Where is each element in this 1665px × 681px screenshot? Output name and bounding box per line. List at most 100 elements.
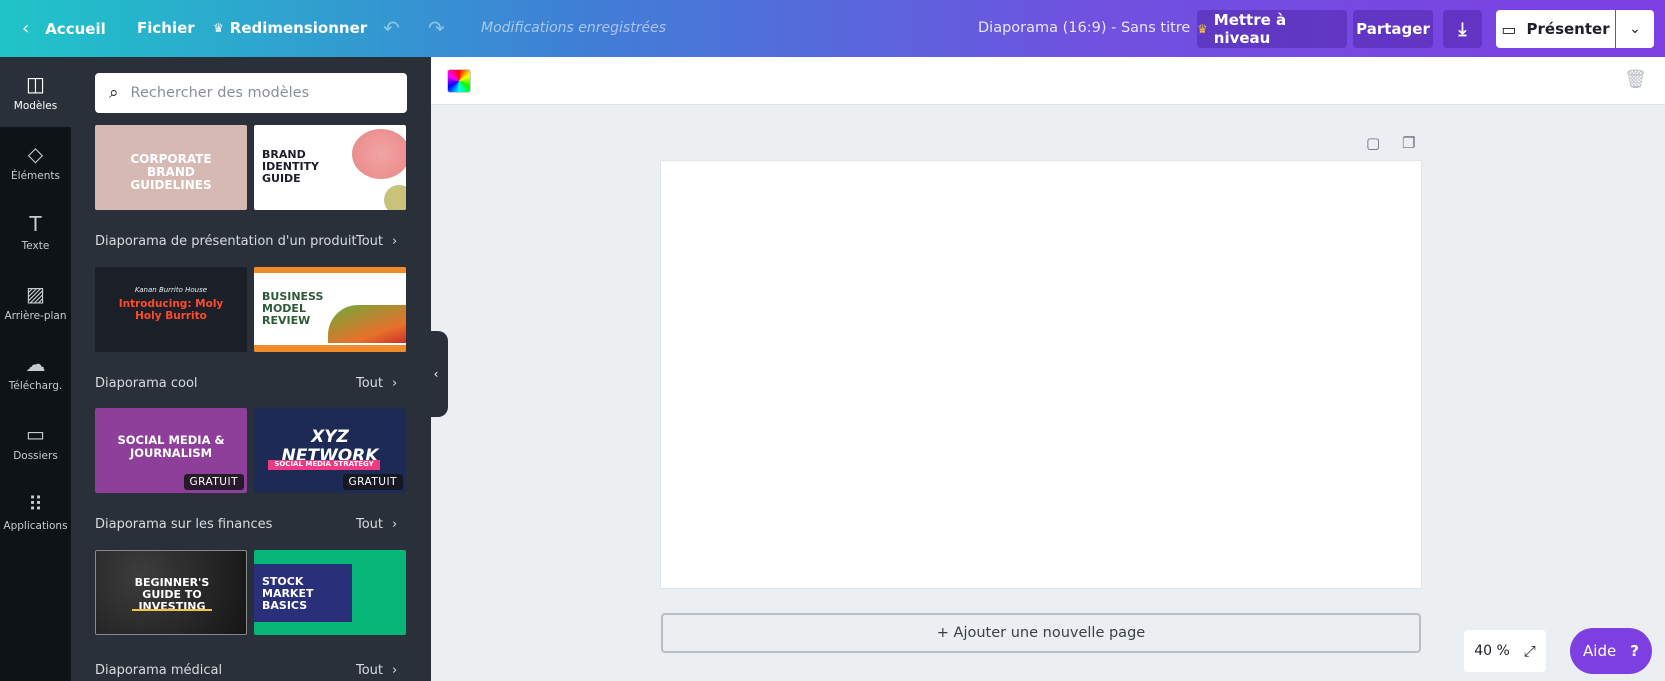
search-input[interactable]: ⌕ Rechercher des modèles (95, 73, 407, 113)
rail-item-folders[interactable]: ▭ Dossiers (0, 407, 71, 477)
section-title: Diaporama sur les finances (95, 517, 273, 532)
rail-item-label: Éléments (11, 169, 60, 182)
upload-icon: ☁ (25, 351, 46, 376)
rail-item-apps[interactable]: ⠿ Applications (0, 477, 71, 547)
editor-toolbar: 🗑 (431, 57, 1665, 105)
redo-icon[interactable]: ↷ (428, 16, 445, 40)
see-all-label: Tout (356, 376, 384, 391)
trash-icon[interactable]: 🗑 (1624, 69, 1647, 90)
rail-item-background[interactable]: ▨ Arrière-plan (0, 267, 71, 337)
comment-icon[interactable]: ▢ (1366, 134, 1380, 152)
chevron-right-icon: › (392, 376, 398, 391)
templates-icon: ◫ (26, 71, 45, 96)
rail-item-text[interactable]: T Texte (0, 197, 71, 267)
template-thumb-burrito[interactable]: Kanan Burrito House Introducing: Moly Ho… (95, 267, 247, 352)
orange-bar (254, 267, 406, 273)
background-icon: ▨ (26, 281, 45, 306)
top-toolbar: ‹ Accueil Fichier ♛ Redimensionner ↶ ↷ M… (0, 0, 1665, 57)
free-badge: GRATUIT (342, 474, 403, 490)
chevron-right-icon: › (392, 663, 398, 678)
save-status: Modifications enregistrées (481, 20, 666, 36)
undo-icon[interactable]: ↶ (383, 16, 400, 40)
template-thumb-business-model[interactable]: BUSINESS MODEL REVIEW (254, 267, 406, 352)
resize-button[interactable]: ♛ Redimensionner (213, 19, 367, 37)
upgrade-label: Mettre à niveau (1213, 11, 1287, 47)
rail-item-label: Dossiers (13, 449, 58, 462)
folder-icon: ▭ (26, 421, 45, 446)
thumb-title: SOCIAL MEDIA & JOURNALISM (117, 433, 225, 460)
thumb-title: STOCK MARKET BASICS (262, 575, 314, 613)
templates-panel: ⌕ Rechercher des modèles CORPORATE BRAND… (71, 57, 431, 681)
duplicate-page-icon[interactable]: ❐ (1402, 134, 1415, 152)
present-label: Présenter (1526, 20, 1610, 38)
rail-item-label: Modèles (13, 99, 58, 112)
chevron-right-icon: › (392, 234, 398, 249)
background-color-swatch[interactable] (447, 69, 471, 93)
crown-icon: ♛ (1197, 22, 1208, 36)
template-thumb-investing[interactable]: BEGINNER'S GUIDE TO INVESTING (95, 550, 247, 635)
yellow-rule (132, 609, 212, 611)
thumb-title: CORPORATE BRAND GUIDELINES (130, 152, 212, 193)
rail-item-elements[interactable]: ◇ Éléments (0, 127, 71, 197)
upgrade-button[interactable]: ♛ Mettre à niveau (1197, 10, 1347, 48)
see-all-link[interactable]: Tout › (356, 234, 397, 249)
slide-page[interactable] (661, 161, 1421, 588)
side-rail: ◫ Modèles ◇ Éléments T Texte ▨ Arrière-p… (0, 57, 71, 681)
thumb-title: BUSINESS MODEL REVIEW (262, 290, 324, 328)
rail-item-uploads[interactable]: ☁ Télécharg. (0, 337, 71, 407)
present-button[interactable]: ▭ Présenter (1496, 10, 1615, 48)
help-button[interactable]: Aide ? (1570, 628, 1652, 674)
thumb-subtitle: Kanan Burrito House (134, 286, 208, 294)
crown-icon: ♛ (213, 21, 224, 35)
see-all-label: Tout (356, 517, 384, 532)
add-page-button[interactable]: + Ajouter une nouvelle page (661, 613, 1421, 653)
template-thumb-social-media[interactable]: SOCIAL MEDIA & JOURNALISM GRATUIT (95, 408, 247, 493)
section-title: Diaporama de présentation d'un produit (95, 234, 357, 249)
see-all-link[interactable]: Tout › (356, 663, 397, 678)
thumb-subtitle: SOCIAL MEDIA STRATEGY (268, 460, 380, 470)
search-placeholder: Rechercher des modèles (130, 85, 310, 101)
template-thumb-xyz-network[interactable]: XYZ NETWORK SOCIAL MEDIA STRATEGY GRATUI… (254, 408, 406, 493)
download-icon[interactable]: ⤓ (1443, 10, 1482, 48)
template-thumb-stock-market[interactable]: STOCK MARKET BASICS (254, 550, 406, 635)
flower-decoration (352, 129, 406, 179)
chevron-left-icon: ‹ (433, 367, 439, 381)
see-all-link[interactable]: Tout › (356, 517, 397, 532)
template-thumb-brand-identity[interactable]: BRAND IDENTITY GUIDE (254, 125, 406, 210)
collapse-panel-button[interactable]: ‹ (424, 331, 448, 417)
thumb-title: BEGINNER'S GUIDE TO INVESTING (134, 576, 210, 614)
share-button[interactable]: Partager (1353, 10, 1433, 48)
rail-item-label: Télécharg. (8, 379, 63, 392)
resize-label: Redimensionner (229, 19, 368, 37)
rail-item-label: Arrière-plan (4, 309, 67, 322)
apps-icon: ⠿ (28, 491, 43, 516)
chevron-right-icon: › (392, 517, 398, 532)
free-badge: GRATUIT (183, 474, 244, 490)
elements-icon: ◇ (27, 141, 44, 166)
home-button[interactable]: ‹ Accueil (22, 18, 106, 39)
template-thumb-corporate-brand[interactable]: CORPORATE BRAND GUIDELINES (95, 125, 247, 210)
zoom-control[interactable]: 40 % ⤢ (1464, 630, 1546, 672)
thumb-title: BRAND IDENTITY GUIDE (262, 148, 320, 186)
home-label: Accueil (45, 19, 106, 38)
expand-icon: ⤢ (1523, 642, 1536, 660)
see-all-label: Tout (356, 234, 384, 249)
see-all-link[interactable]: Tout › (356, 376, 397, 391)
section-title: Diaporama cool (95, 376, 198, 391)
question-icon: ? (1630, 642, 1639, 660)
orange-bar (254, 345, 406, 352)
vegetables-decoration (328, 305, 406, 343)
rail-item-label: Applications (3, 519, 68, 532)
help-label: Aide (1583, 642, 1617, 660)
section-title: Diaporama médical (95, 663, 223, 678)
fruit-decoration (384, 185, 406, 210)
rail-item-label: Texte (21, 239, 50, 252)
see-all-label: Tout (356, 663, 384, 678)
present-icon: ▭ (1501, 19, 1517, 39)
thumb-title: Introducing: Moly Holy Burrito (118, 298, 224, 322)
rail-item-templates[interactable]: ◫ Modèles (0, 57, 71, 127)
chevron-down-icon[interactable]: ⌄ (1616, 10, 1654, 48)
search-icon: ⌕ (109, 83, 119, 103)
file-menu-button[interactable]: Fichier (137, 19, 195, 37)
document-title[interactable]: Diaporama (16:9) - Sans titre (978, 20, 1190, 36)
